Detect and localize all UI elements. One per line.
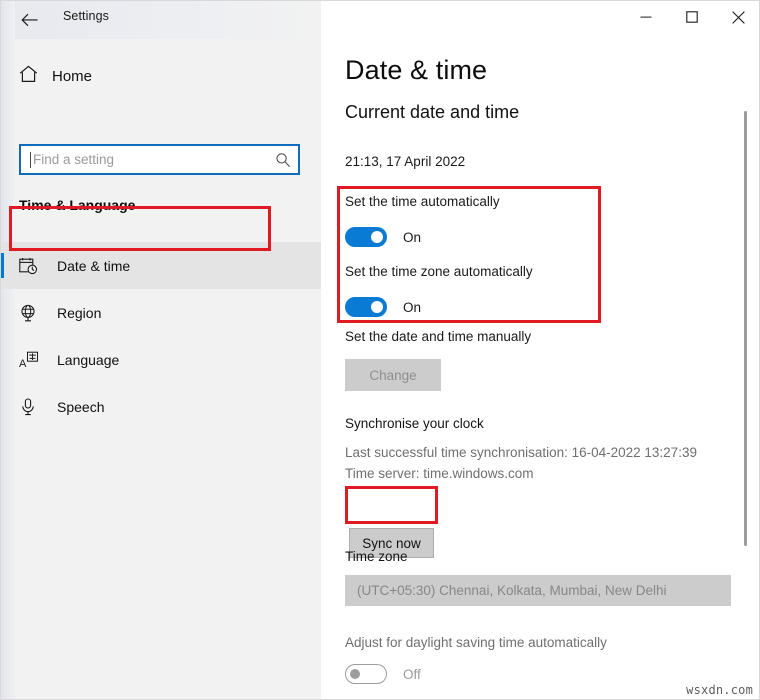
content-pane: Date & time Current date and time 21:13,… [321, 39, 759, 699]
last-sync-text: Last successful time synchronisation: 16… [345, 445, 697, 460]
language-icon: A [19, 351, 45, 369]
watermark: wsxdn.com [686, 683, 753, 697]
home-icon [19, 65, 38, 88]
toggle-knob [350, 669, 360, 679]
toggle-knob [371, 231, 383, 243]
title-bar-left-region [1, 1, 321, 39]
set-timezone-automatically-state: On [403, 299, 422, 315]
back-button[interactable] [9, 4, 49, 36]
time-zone-dropdown[interactable]: (UTC+05:30) Chennai, Kolkata, Mumbai, Ne… [345, 575, 731, 606]
sidebar-item-home[interactable]: Home [9, 59, 309, 93]
toggle-knob [371, 301, 383, 313]
synchronise-clock-heading: Synchronise your clock [345, 416, 484, 431]
maximize-icon [686, 11, 698, 23]
daylight-saving-toggle [345, 664, 387, 684]
microphone-icon [19, 397, 45, 416]
sidebar-nav-list: Date & time Region A Language Speech [1, 242, 321, 430]
close-icon [731, 10, 745, 24]
set-time-automatically-state: On [403, 229, 422, 245]
vertical-scrollbar[interactable] [744, 39, 756, 699]
sidebar-item-date-time-label: Date & time [57, 257, 131, 274]
sidebar-item-home-label: Home [52, 67, 93, 85]
time-zone-selected-value: (UTC+05:30) Chennai, Kolkata, Mumbai, Ne… [357, 583, 667, 598]
maximize-button[interactable] [669, 1, 715, 33]
daylight-saving-toggle-row: Off [345, 664, 421, 684]
search-box[interactable] [19, 144, 300, 175]
set-timezone-automatically-label: Set the time zone automatically [345, 264, 533, 279]
current-date-time-value: 21:13, 17 April 2022 [345, 154, 466, 169]
svg-text:A: A [19, 358, 27, 369]
set-date-time-manually-label: Set the date and time manually [345, 329, 532, 344]
daylight-saving-state: Off [403, 666, 421, 682]
time-zone-heading: Time zone [345, 549, 408, 564]
search-input[interactable] [31, 146, 268, 173]
time-server-text: Time server: time.windows.com [345, 466, 534, 481]
set-timezone-automatically-toggle-row[interactable]: On [345, 297, 421, 317]
sidebar-item-speech-label: Speech [57, 398, 105, 415]
sidebar: Home Time & Language [1, 1, 321, 699]
title-bar: Settings [1, 1, 759, 39]
page-title: Date & time [345, 55, 488, 85]
current-date-time-heading: Current date and time [345, 102, 520, 122]
change-button[interactable]: Change [345, 359, 441, 391]
sidebar-item-language[interactable]: A Language [1, 336, 321, 383]
sidebar-item-region[interactable]: Region [1, 289, 321, 336]
globe-icon [19, 304, 45, 322]
sidebar-item-date-time[interactable]: Date & time [1, 242, 321, 289]
minimize-button[interactable] [623, 1, 669, 33]
sidebar-item-speech[interactable]: Speech [1, 383, 321, 430]
set-time-automatically-toggle[interactable] [345, 227, 387, 247]
close-button[interactable] [715, 1, 759, 33]
window-controls [623, 1, 759, 33]
sidebar-item-region-label: Region [57, 304, 102, 321]
calendar-clock-icon [19, 257, 45, 275]
search-icon[interactable] [268, 146, 298, 173]
set-timezone-automatically-toggle[interactable] [345, 297, 387, 317]
window-title: Settings [63, 9, 109, 23]
minimize-icon [640, 11, 652, 23]
sidebar-item-language-label: Language [57, 351, 120, 368]
back-arrow-icon [20, 13, 38, 27]
sidebar-group-title: Time & Language [19, 197, 136, 213]
daylight-saving-label: Adjust for daylight saving time automati… [345, 635, 607, 650]
scrollbar-thumb[interactable] [744, 111, 747, 546]
set-time-automatically-toggle-row[interactable]: On [345, 227, 421, 247]
set-time-automatically-label: Set the time automatically [345, 194, 500, 209]
settings-window: Settings Home Find a setting Time & Lang… [0, 0, 760, 700]
